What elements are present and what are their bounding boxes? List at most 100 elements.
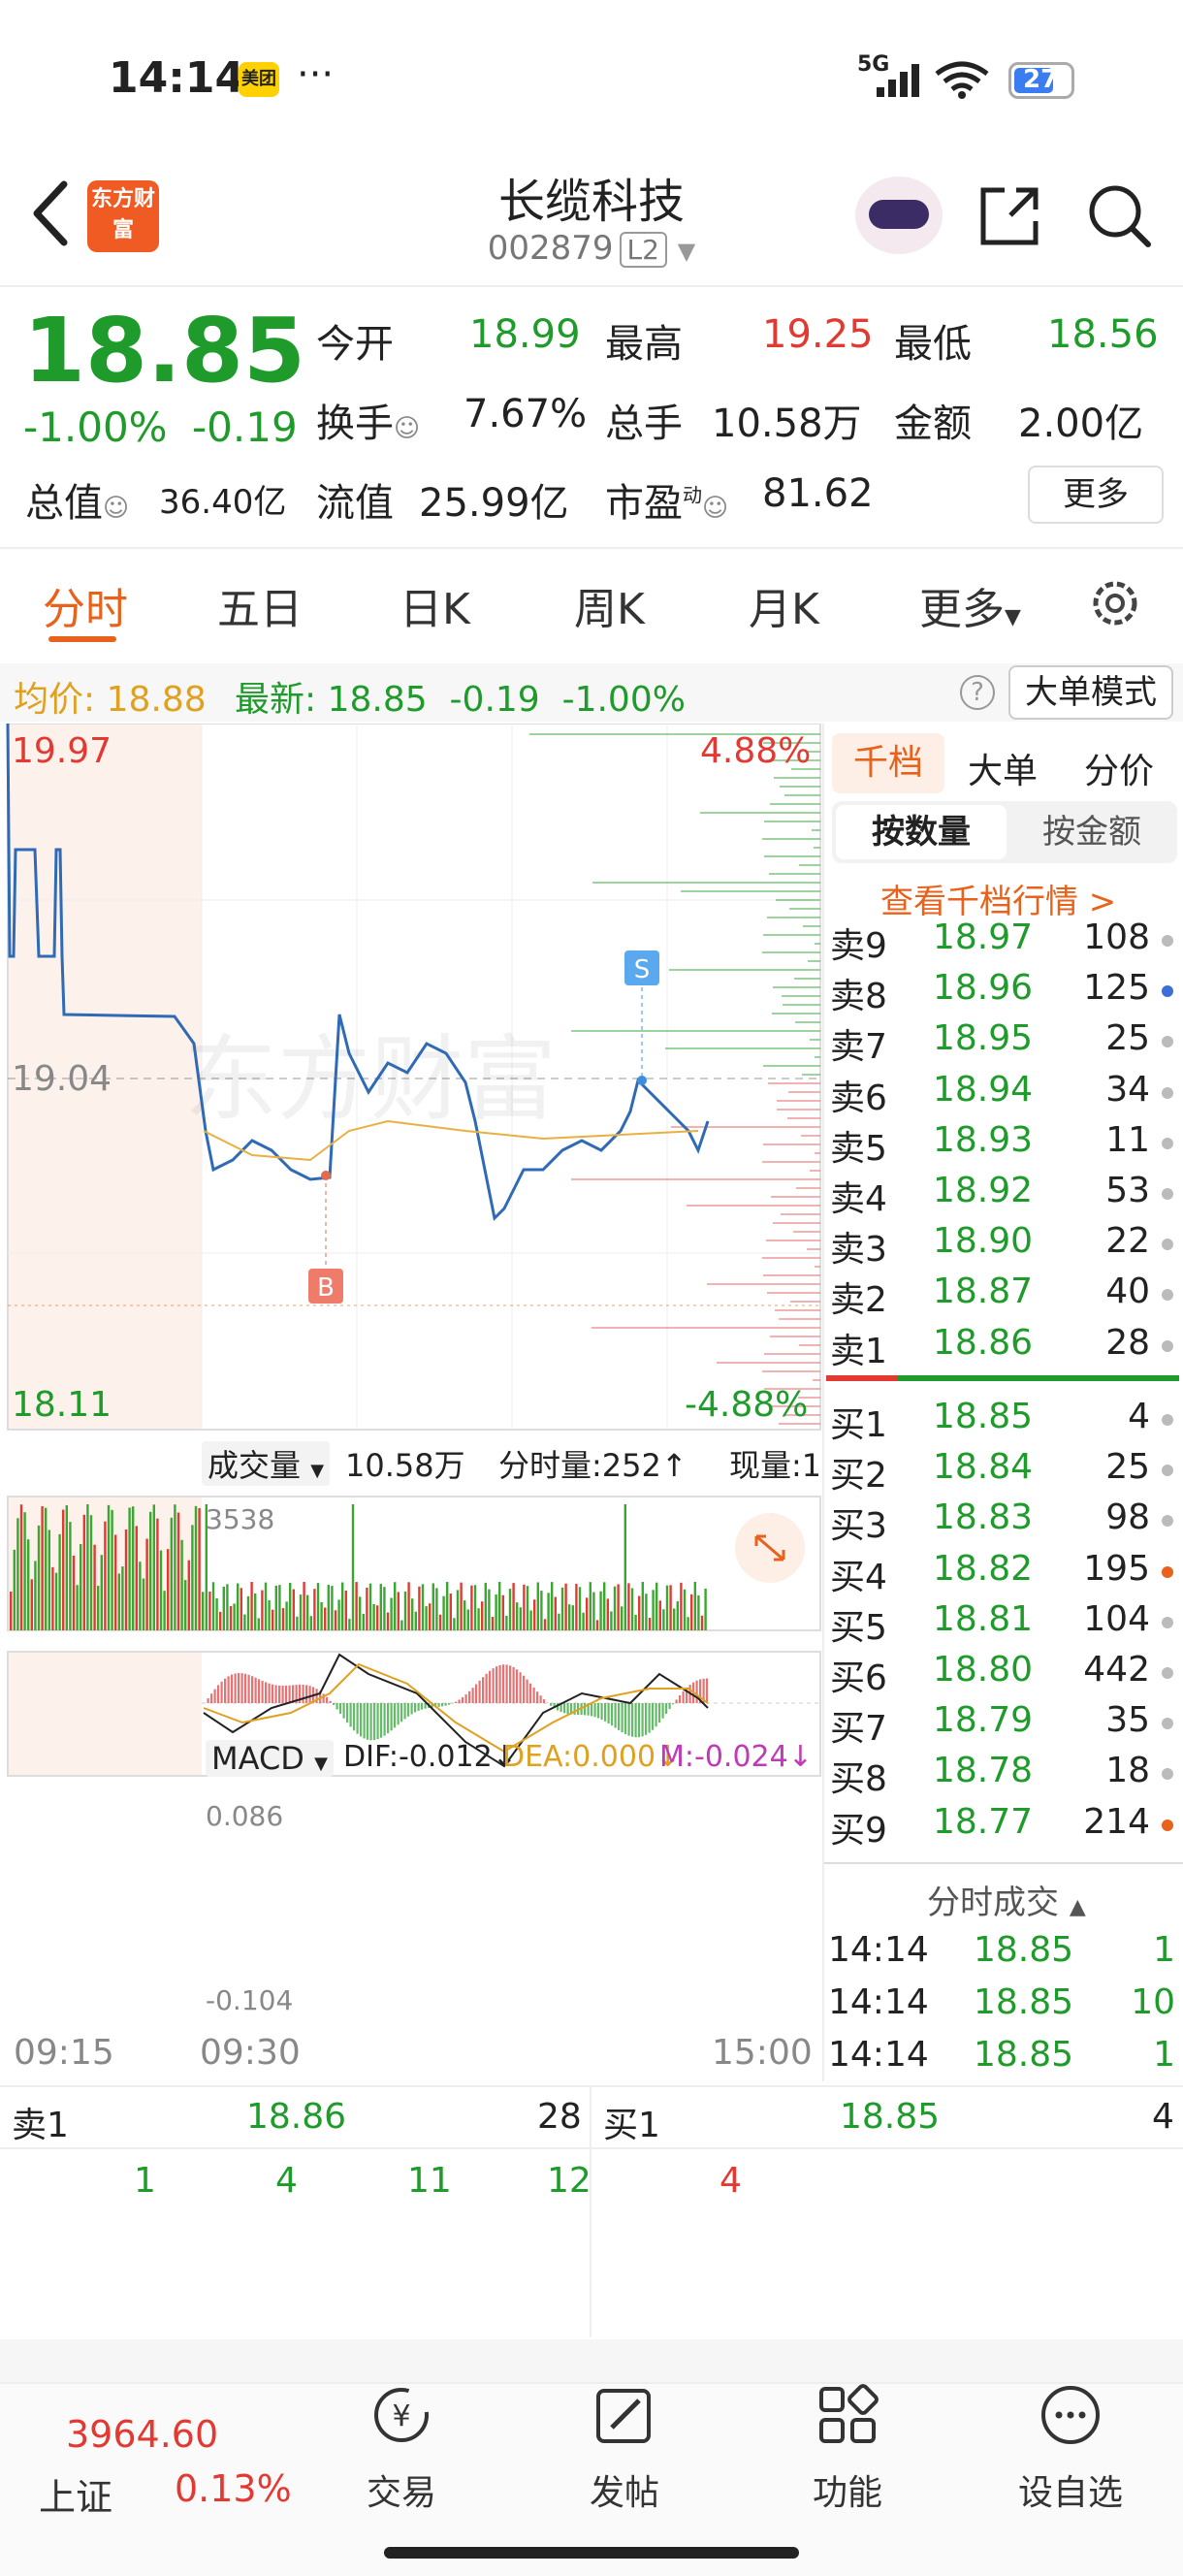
dif-value: DIF:-0.012↓ [343, 1740, 517, 1774]
mktcap-label: 总值☺ [25, 481, 130, 526]
tab-more[interactable]: 更多▼ [919, 574, 1021, 636]
home-indicator[interactable] [384, 2547, 799, 2559]
bid-row[interactable]: 买6 18.80 442 [830, 1646, 1179, 1698]
macd-selector[interactable]: MACD ▼ [206, 1740, 334, 1777]
ask-queue-item: 4 [275, 2161, 298, 2201]
ask-queue-item: 12 [547, 2161, 592, 2201]
order-book-toggle[interactable]: 按数量 按金额 [832, 801, 1177, 863]
status-time: 14:14 [109, 53, 245, 103]
m-value: M:-0.024↓ [659, 1740, 813, 1774]
pe-label: 市盈动☺ [605, 481, 729, 526]
tab-intraday[interactable]: 分时 [43, 574, 128, 636]
open-label: 今开 [316, 322, 394, 367]
latest-price: 最新: 18.85 -0.19 -1.00% [235, 680, 686, 720]
yuan-trade-icon: ¥ [374, 2388, 429, 2442]
svg-text:S: S [634, 955, 651, 984]
level1-bid-label: 买1 [603, 2106, 660, 2145]
dropdown-caret-icon[interactable]: ▼ [678, 238, 695, 265]
volume-max-label: 3538 [206, 1503, 275, 1535]
float-label: 流值 [316, 481, 394, 526]
y-low-label: 18.11 [12, 1385, 112, 1425]
tab-big-orders[interactable]: 大单 [968, 743, 1038, 793]
nav-trade[interactable]: ¥ 交易 [334, 2381, 469, 2515]
high-value: 19.25 [762, 312, 874, 357]
index-name[interactable]: 上证 [39, 2467, 112, 2521]
bid-row[interactable]: 买2 18.84 25 [830, 1443, 1179, 1496]
index-pct[interactable]: 0.13% [175, 2467, 292, 2510]
more-quote-button[interactable]: 更多 [1028, 466, 1164, 524]
meituan-badge: 美团 [239, 62, 279, 97]
current-volume: 现量:1 [729, 1447, 818, 1484]
bid-row[interactable]: 买7 18.79 35 [830, 1696, 1179, 1749]
float-value: 25.99亿 [419, 481, 569, 526]
svg-text:B: B [317, 1273, 335, 1303]
battery-icon: 27 [1008, 62, 1074, 99]
tab-weekly-k[interactable]: 周K [574, 574, 645, 636]
ask-row[interactable]: 卖2 18.87 40 [830, 1268, 1179, 1320]
bid-row[interactable]: 买9 18.77 214 [830, 1798, 1179, 1851]
bid-row[interactable]: 买4 18.82 195 [830, 1545, 1179, 1597]
bid-row[interactable]: 买8 18.78 18 [830, 1747, 1179, 1799]
bid-row[interactable]: 买3 18.83 98 [830, 1494, 1179, 1546]
change-value: -0.19 [192, 403, 298, 451]
time-end-label: 15:00 [712, 2033, 813, 2073]
nav-post[interactable]: 发帖 [557, 2381, 692, 2515]
watermark: 东方财富 [184, 1025, 557, 1134]
by-amount-option[interactable]: 按金额 [1007, 805, 1177, 859]
dea-value: DEA:0.000↓ [502, 1740, 681, 1774]
tab-price-dist[interactable]: 分价 [1084, 743, 1154, 793]
y-high-label: 19.97 [12, 731, 112, 771]
status-bar: 14:14 美团 ··· 5G 27 [0, 0, 1183, 155]
tab-five-day[interactable]: 五日 [217, 574, 303, 636]
amount-label: 金额 [894, 402, 972, 446]
bid-ask-ratio-bar [826, 1375, 1179, 1381]
nav-functions[interactable]: 功能 [780, 2381, 915, 2515]
tab-monthly-k[interactable]: 月K [749, 574, 819, 636]
nav-add-watchlist[interactable]: 设自选 [1003, 2381, 1138, 2515]
ask-row[interactable]: 卖5 18.93 11 [830, 1116, 1179, 1169]
pe-value: 81.62 [762, 471, 874, 516]
volume-selector[interactable]: 成交量 ▼ [202, 1441, 331, 1486]
ask-row[interactable]: 卖8 18.96 125 [830, 964, 1179, 1016]
ask-queue-item: 11 [407, 2161, 452, 2201]
more-notifications: ··· [297, 52, 335, 97]
ai-assistant-icon[interactable] [855, 177, 943, 254]
pct-low-label: -4.88% [685, 1385, 809, 1425]
macd-max-label: 0.086 [206, 1800, 284, 1832]
bid-row[interactable]: 买5 18.81 104 [830, 1595, 1179, 1648]
more-dots-icon [1041, 2386, 1100, 2444]
tab-daily-k[interactable]: 日K [400, 574, 470, 636]
bid-queue-item: 4 [719, 2161, 742, 2201]
ask-row[interactable]: 卖3 18.90 22 [830, 1217, 1179, 1270]
level-badge: L2 [619, 232, 667, 268]
share-icon[interactable] [975, 180, 1045, 250]
index-value[interactable]: 3964.60 [66, 2413, 218, 2456]
avg-price: 均价: 18.88 [14, 680, 207, 720]
signal-icon [877, 64, 919, 97]
level1-bid-volume: 4 [1152, 2097, 1174, 2137]
ask-row[interactable]: 卖6 18.94 34 [830, 1066, 1179, 1118]
ask-row[interactable]: 卖1 18.86 28 [830, 1319, 1179, 1371]
turnover-label: 换手☺ [316, 402, 421, 446]
search-icon[interactable] [1084, 180, 1154, 250]
macd-min-label: -0.104 [206, 1984, 294, 2016]
battery-level: 27 [1023, 65, 1059, 94]
ticks-title[interactable]: 分时成交 ▲ [927, 1876, 1086, 1923]
volume-label: 总手 [605, 402, 683, 446]
ask-row[interactable]: 卖7 18.95 25 [830, 1014, 1179, 1067]
ask-row[interactable]: 卖9 18.97 108 [830, 914, 1179, 966]
tab-thousand-levels[interactable]: 千档 [832, 733, 944, 793]
bid-row[interactable]: 买1 18.85 4 [830, 1393, 1179, 1445]
help-icon[interactable]: ? [960, 675, 995, 710]
current-price: 18.85 [23, 299, 306, 402]
ask-row[interactable]: 卖4 18.92 53 [830, 1167, 1179, 1219]
high-label: 最高 [605, 322, 683, 367]
by-quantity-option[interactable]: 按数量 [836, 805, 1007, 859]
low-label: 最低 [894, 322, 972, 367]
time-open-label: 09:30 [200, 2033, 301, 2073]
big-order-mode-button[interactable]: 大单模式 [1008, 665, 1173, 720]
settings-gear-icon[interactable] [1086, 574, 1144, 632]
volume-value: 10.58万 [712, 402, 862, 446]
ask-queue-item: 1 [134, 2161, 156, 2201]
amount-value: 2.00亿 [1018, 402, 1144, 446]
